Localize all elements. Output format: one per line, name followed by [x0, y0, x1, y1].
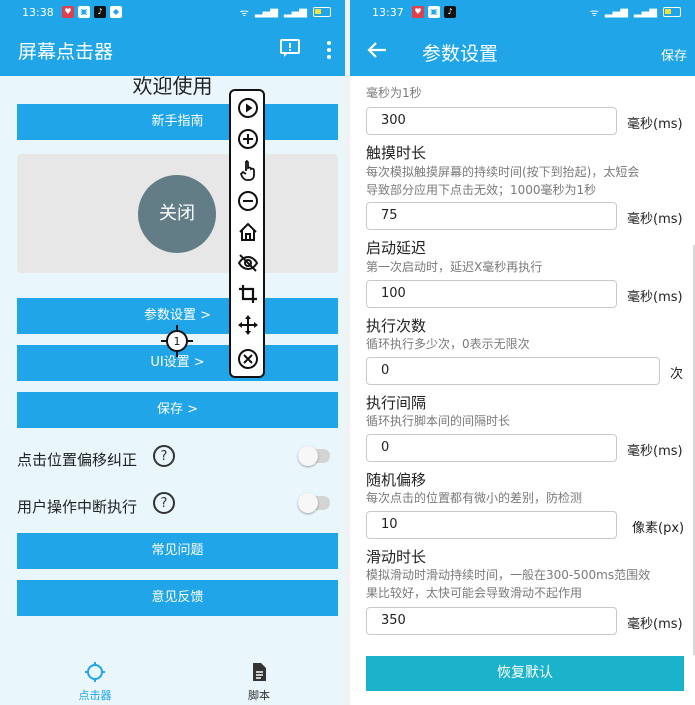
welcome-heading: 欢迎使用: [132, 74, 213, 98]
unit-label: 毫秒(ms): [627, 290, 683, 305]
nav-script[interactable]: 脚本: [229, 661, 289, 703]
previous-value-field[interactable]: 300: [366, 107, 617, 135]
home-icon[interactable]: [237, 221, 259, 243]
offset-correction-row: 点击位置偏移纠正 ?: [17, 445, 338, 471]
control-card: 关闭: [17, 154, 338, 273]
add-icon[interactable]: [237, 128, 259, 150]
unit-label: 次: [670, 367, 684, 382]
signal-icon: ▂▄▆: [604, 6, 628, 18]
run-interval-field[interactable]: 0: [366, 434, 617, 462]
health-app-icon: ♥: [412, 6, 424, 18]
offset-correction-toggle[interactable]: [298, 446, 330, 466]
section-description: 第一次启动时，延迟X毫秒再执行: [366, 260, 543, 274]
app-bar: 屏幕点击器: [0, 26, 345, 76]
touch-duration-field[interactable]: 75: [366, 202, 617, 230]
status-bar: 13:37 ♥ ▣ ♪ ᯤ ▂▄▆ ▂▄▆: [350, 0, 695, 26]
section-description: 循环执行多少次，0表示无限次: [366, 337, 530, 351]
section-description: 模拟滑动时滑动持续时间，一般在300-500ms范围效: [366, 568, 651, 582]
section-title-random-offset: 随机偏移: [366, 471, 427, 489]
section-description: 循环执行脚本间的间隔时长: [366, 414, 511, 428]
save-button[interactable]: 保存 >: [17, 392, 338, 428]
start-delay-field[interactable]: 100: [366, 280, 617, 308]
app-bar: 参数设置 保存: [350, 26, 695, 76]
section-title-run-interval: 执行间隔: [366, 394, 427, 412]
signal-icon-2: ▂▄▆: [633, 6, 657, 18]
battery-icon: [663, 7, 681, 17]
help-icon[interactable]: ?: [153, 445, 175, 467]
section-description: 果比较好，太快可能会导致滑动不起作用: [366, 586, 583, 600]
app-title: 屏幕点击器: [18, 41, 114, 63]
section-title-start-delay: 启动延迟: [366, 239, 427, 257]
health-app-icon: ♥: [62, 6, 74, 18]
notification-icon: ◆: [110, 6, 122, 18]
crosshair-icon: [85, 662, 105, 682]
close-icon[interactable]: [237, 348, 259, 370]
save-settings-button[interactable]: 保存: [661, 45, 687, 64]
unit-label: 毫秒(ms): [627, 444, 683, 459]
bottom-navigation: 点击器 脚本: [0, 655, 345, 705]
floating-toolbar: [229, 89, 265, 378]
hide-icon[interactable]: [237, 252, 259, 274]
back-arrow-icon[interactable]: [366, 39, 388, 61]
section-title-swipe-duration: 滑动时长: [366, 548, 427, 566]
signal-icon: ▂▄▆: [254, 6, 278, 18]
click-point-number: 1: [174, 335, 181, 348]
offset-correction-label: 点击位置偏移纠正: [17, 451, 138, 469]
play-icon[interactable]: [237, 97, 259, 119]
section-title-touch-duration: 触摸时长: [366, 144, 427, 162]
nav-script-label: 脚本: [248, 689, 270, 702]
help-icon[interactable]: ?: [153, 492, 175, 514]
status-time: 13:37: [372, 6, 404, 19]
tiktok-app-icon: ♪: [444, 6, 456, 18]
wifi-icon: ᯤ: [239, 8, 249, 19]
feedback-button[interactable]: 意见反馈: [17, 580, 338, 616]
section-description: 导致部分应用下点击无效；1000毫秒为1秒: [366, 183, 597, 197]
parameter-settings-screen: 13:37 ♥ ▣ ♪ ᯤ ▂▄▆ ▂▄▆ 参数设置 保存 毫秒为1秒 300 …: [350, 0, 695, 705]
run-count-field[interactable]: 0: [366, 357, 660, 385]
unit-label: 像素(px): [632, 521, 685, 536]
swipe-duration-field[interactable]: 350: [366, 607, 617, 635]
section-title-run-count: 执行次数: [366, 317, 427, 335]
unit-label: 毫秒(ms): [627, 117, 683, 132]
restore-defaults-button[interactable]: 恢复默认: [366, 656, 684, 691]
tiktok-app-icon: ♪: [94, 6, 106, 18]
click-point-marker[interactable]: 1: [160, 324, 194, 358]
feedback-icon[interactable]: [279, 38, 301, 58]
clicker-home-screen: 13:38 ♥ ▣ ♪ ◆ ᯤ ▂▄▆ ▂▄▆ 屏幕点击器 欢迎使用 新手指南 …: [0, 0, 345, 705]
battery-icon: [313, 7, 331, 17]
gallery-app-icon: ▣: [428, 6, 440, 18]
status-time: 13:38: [22, 6, 54, 19]
close-button[interactable]: 关闭: [138, 175, 216, 253]
unit-label: 毫秒(ms): [627, 212, 683, 227]
random-offset-field[interactable]: 10: [366, 511, 617, 539]
beginner-guide-button[interactable]: 新手指南: [17, 104, 338, 140]
signal-icon-2: ▂▄▆: [283, 6, 307, 18]
faq-button[interactable]: 常见问题: [17, 533, 338, 569]
interrupt-execution-row: 用户操作中断执行 ?: [17, 492, 338, 518]
script-icon: [253, 663, 266, 681]
unit-label: 毫秒(ms): [627, 617, 683, 632]
interrupt-execution-toggle[interactable]: [298, 493, 330, 513]
status-bar: 13:38 ♥ ▣ ♪ ◆ ᯤ ▂▄▆ ▂▄▆: [0, 0, 345, 26]
crop-icon[interactable]: [237, 283, 259, 305]
page-title: 参数设置: [422, 43, 499, 65]
gallery-app-icon: ▣: [78, 6, 90, 18]
remove-icon[interactable]: [237, 190, 259, 212]
nav-clicker-label: 点击器: [78, 689, 112, 702]
move-icon[interactable]: [237, 314, 259, 336]
section-description: 每次点击的位置都有微小的差别，防检测: [366, 491, 583, 505]
interrupt-execution-label: 用户操作中断执行: [17, 498, 138, 516]
pointer-icon[interactable]: [237, 159, 259, 181]
wifi-icon: ᯤ: [589, 8, 599, 19]
section-description: 毫秒为1秒: [366, 86, 422, 100]
section-description: 每次模拟触摸屏幕的持续时间(按下到抬起)，太短会: [366, 165, 640, 179]
more-options-icon[interactable]: [321, 38, 337, 62]
nav-clicker[interactable]: 点击器: [65, 661, 125, 703]
